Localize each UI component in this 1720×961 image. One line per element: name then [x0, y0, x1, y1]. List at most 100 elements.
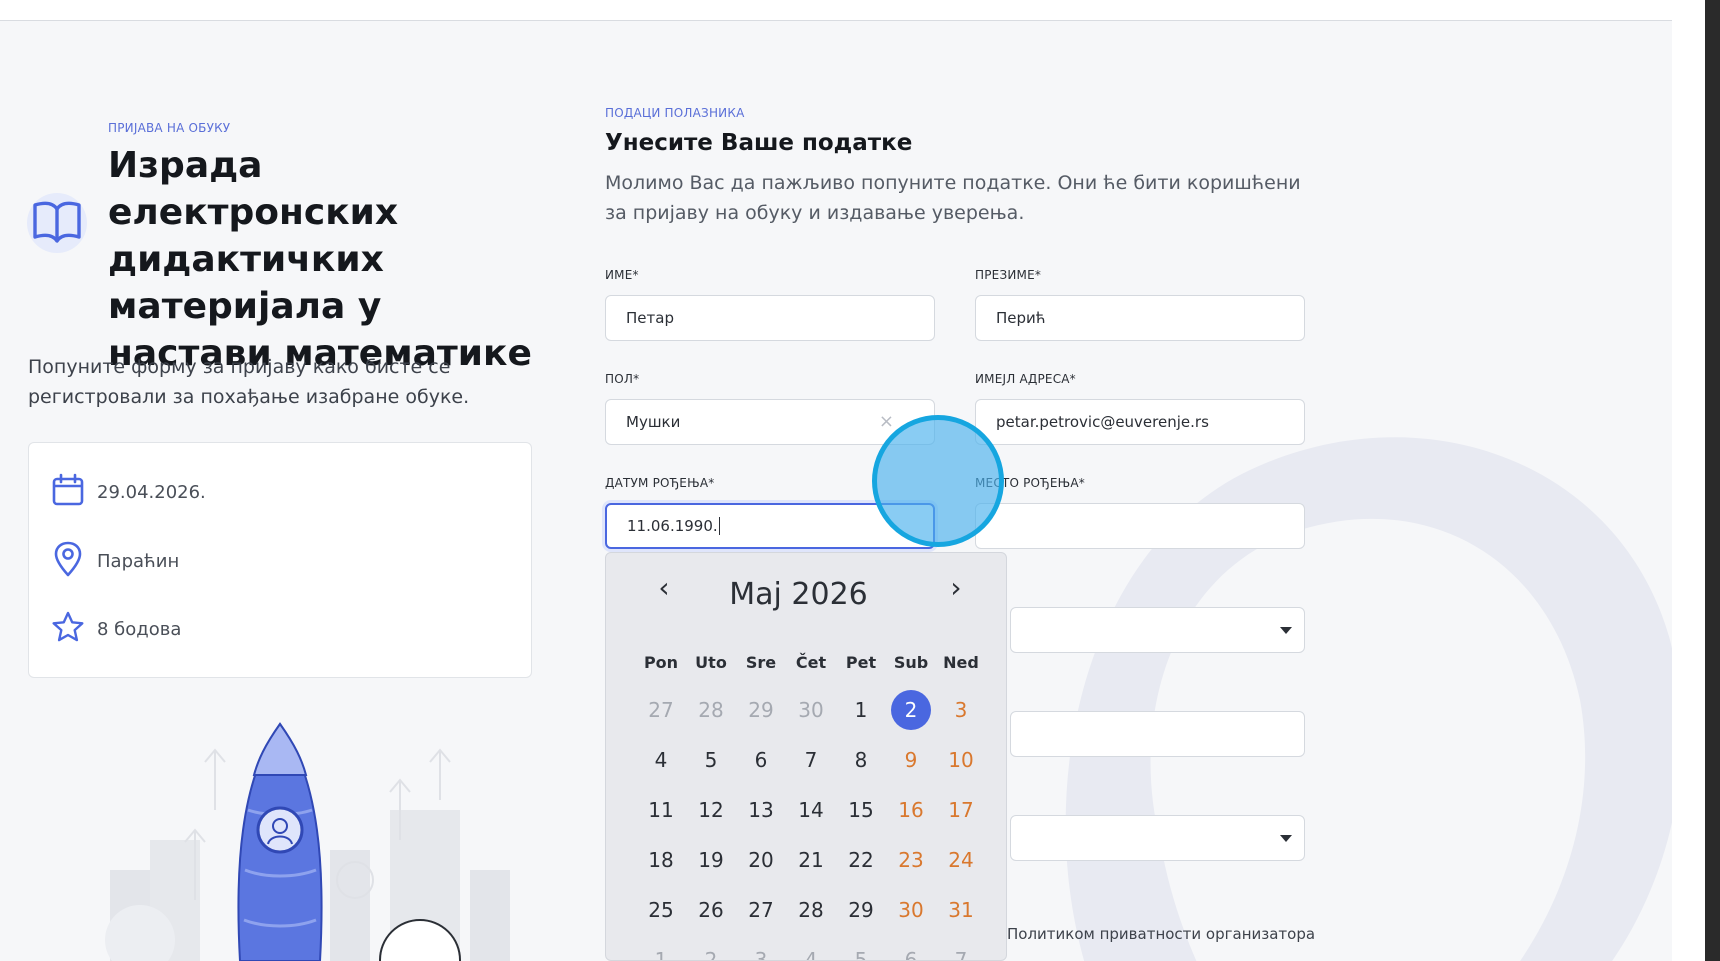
calendar-day-number: 26	[698, 898, 724, 922]
calendar-day[interactable]: 22	[836, 835, 886, 885]
select-field-partial[interactable]	[1010, 607, 1305, 653]
course-date: 29.04.2026.	[97, 482, 206, 503]
calendar-day-number: 5	[704, 748, 718, 772]
scrollbar[interactable]	[1705, 0, 1720, 961]
calendar-day[interactable]: 11	[636, 785, 686, 835]
course-title: Израда електронских дидактичких материја…	[108, 145, 532, 374]
calendar-day[interactable]: 18	[636, 835, 686, 885]
calendar-day[interactable]: 23	[886, 835, 936, 885]
chevron-down-icon	[1280, 835, 1292, 842]
calendar-day-number: 21	[798, 848, 824, 872]
calendar-day-number: 12	[698, 798, 724, 822]
calendar-grid: 27 28 29 30 1 2 3 4 5 6 7 8 9 10 11 12 13 14 15 16 17 18 19 20 2…	[636, 685, 986, 961]
calendar-day-number: 18	[648, 848, 674, 872]
calendar-day[interactable]: 31	[936, 885, 986, 935]
calendar-day[interactable]: 16	[886, 785, 936, 835]
calendar-day[interactable]: 8	[836, 735, 886, 785]
calendar-day[interactable]: 10	[936, 735, 986, 785]
calendar-day-number: 25	[648, 898, 674, 922]
gender-label: ПОЛ*	[605, 372, 640, 386]
last-name-value: Перић	[996, 309, 1046, 327]
weekday-label: Pet	[845, 653, 877, 672]
calendar-day[interactable]: 3	[936, 685, 986, 735]
calendar-day[interactable]: 1	[836, 685, 886, 735]
calendar-day[interactable]: 30	[786, 685, 836, 735]
first-name-field[interactable]: Петар	[605, 295, 935, 341]
weekday-label: Čet	[795, 653, 827, 672]
date-picker: ‹ › Maj 2026 Pon Uto Sre Čet Pet Sub Ned…	[605, 552, 1007, 961]
calendar-day-number: 6	[904, 948, 918, 961]
calendar-day-number: 15	[848, 798, 874, 822]
calendar-day[interactable]: 25	[636, 885, 686, 935]
calendar-day[interactable]: 13	[736, 785, 786, 835]
calendar-day[interactable]: 29	[836, 885, 886, 935]
calendar-day[interactable]: 7	[786, 735, 836, 785]
location-pin-icon	[51, 541, 85, 582]
calendar-day[interactable]: 27	[736, 885, 786, 935]
clear-selection-icon[interactable]: ×	[879, 411, 894, 432]
calendar-day-number: 28	[698, 698, 724, 722]
page-edge	[1672, 0, 1705, 961]
birth-date-value: 11.06.1990.	[627, 517, 718, 535]
calendar-day[interactable]: 14	[786, 785, 836, 835]
calendar-day[interactable]: 1	[636, 935, 686, 961]
calendar-day-number: 13	[748, 798, 774, 822]
weekday-label: Sub	[893, 653, 929, 672]
calendar-day-number: 22	[848, 848, 874, 872]
email-field[interactable]: petar.petrovic@euverenje.rs	[975, 399, 1305, 445]
calendar-day[interactable]: 2	[686, 935, 736, 961]
calendar-day[interactable]: 17	[936, 785, 986, 835]
course-info-card: 29.04.2026. Параћин 8 бодова	[28, 442, 532, 678]
input-field-partial[interactable]	[1010, 711, 1305, 757]
calendar-day-number: 2	[891, 690, 931, 730]
calendar-day[interactable]: 6	[886, 935, 936, 961]
calendar-day-number: 1	[654, 948, 668, 961]
calendar-day[interactable]: 26	[686, 885, 736, 935]
weekday-label: Ned	[943, 653, 979, 672]
calendar-day-number: 4	[804, 948, 818, 961]
calendar-day-selected[interactable]: 2	[886, 685, 936, 735]
calendar-day[interactable]: 20	[736, 835, 786, 885]
calendar-day[interactable]: 24	[936, 835, 986, 885]
calendar-day[interactable]: 4	[786, 935, 836, 961]
first-name-label: ИМЕ*	[605, 268, 639, 282]
course-points-row: 8 бодова	[51, 610, 181, 649]
calendar-day[interactable]: 4	[636, 735, 686, 785]
select-field-partial-2[interactable]	[1010, 815, 1305, 861]
calendar-day-number: 14	[798, 798, 824, 822]
calendar-day[interactable]: 29	[736, 685, 786, 735]
calendar-day[interactable]: 30	[886, 885, 936, 935]
calendar-day-number: 6	[754, 748, 768, 772]
calendar-day[interactable]: 28	[686, 685, 736, 735]
calendar-day[interactable]: 5	[836, 935, 886, 960]
gender-value: Мушки	[626, 413, 681, 431]
calendar-day[interactable]: 27	[636, 685, 686, 735]
gender-select[interactable]: Мушки ×	[605, 399, 935, 445]
course-location-row: Параћин	[51, 541, 179, 582]
calendar-day[interactable]: 9	[886, 735, 936, 785]
calendar-day[interactable]: 21	[786, 835, 836, 885]
weekday-label: Sre	[745, 653, 777, 672]
email-value: petar.petrovic@euverenje.rs	[996, 413, 1209, 431]
calendar-day[interactable]: 7	[936, 935, 986, 960]
top-bar	[0, 0, 1672, 21]
last-name-field[interactable]: Перић	[975, 295, 1305, 341]
weekday-label: Uto	[695, 653, 727, 672]
calendar-day[interactable]: 19	[686, 835, 736, 885]
form-eyebrow: ПОДАЦИ ПОЛАЗНИКА	[605, 106, 745, 120]
course-location: Параћин	[97, 551, 180, 572]
calendar-day[interactable]: 3	[736, 935, 786, 960]
calendar-day-number: 2	[704, 948, 718, 961]
calendar-day[interactable]: 12	[686, 785, 736, 835]
calendar-day[interactable]: 28	[786, 885, 836, 935]
calendar-day[interactable]: 5	[686, 735, 736, 785]
month-label: Maj 2026	[729, 577, 868, 612]
course-eyebrow: ПРИЈАВА НА ОБУКУ	[108, 121, 231, 135]
calendar-day-number: 16	[898, 798, 924, 822]
calendar-day[interactable]: 6	[736, 735, 786, 785]
form-description: Молимо Вас да пажљиво попуните податке. …	[605, 172, 1301, 224]
calendar-day[interactable]: 15	[836, 785, 886, 835]
privacy-policy-text: Политиком приватности организатора	[1007, 925, 1316, 943]
birth-place-field[interactable]	[975, 503, 1305, 549]
calendar-day-number: 27	[648, 698, 674, 722]
